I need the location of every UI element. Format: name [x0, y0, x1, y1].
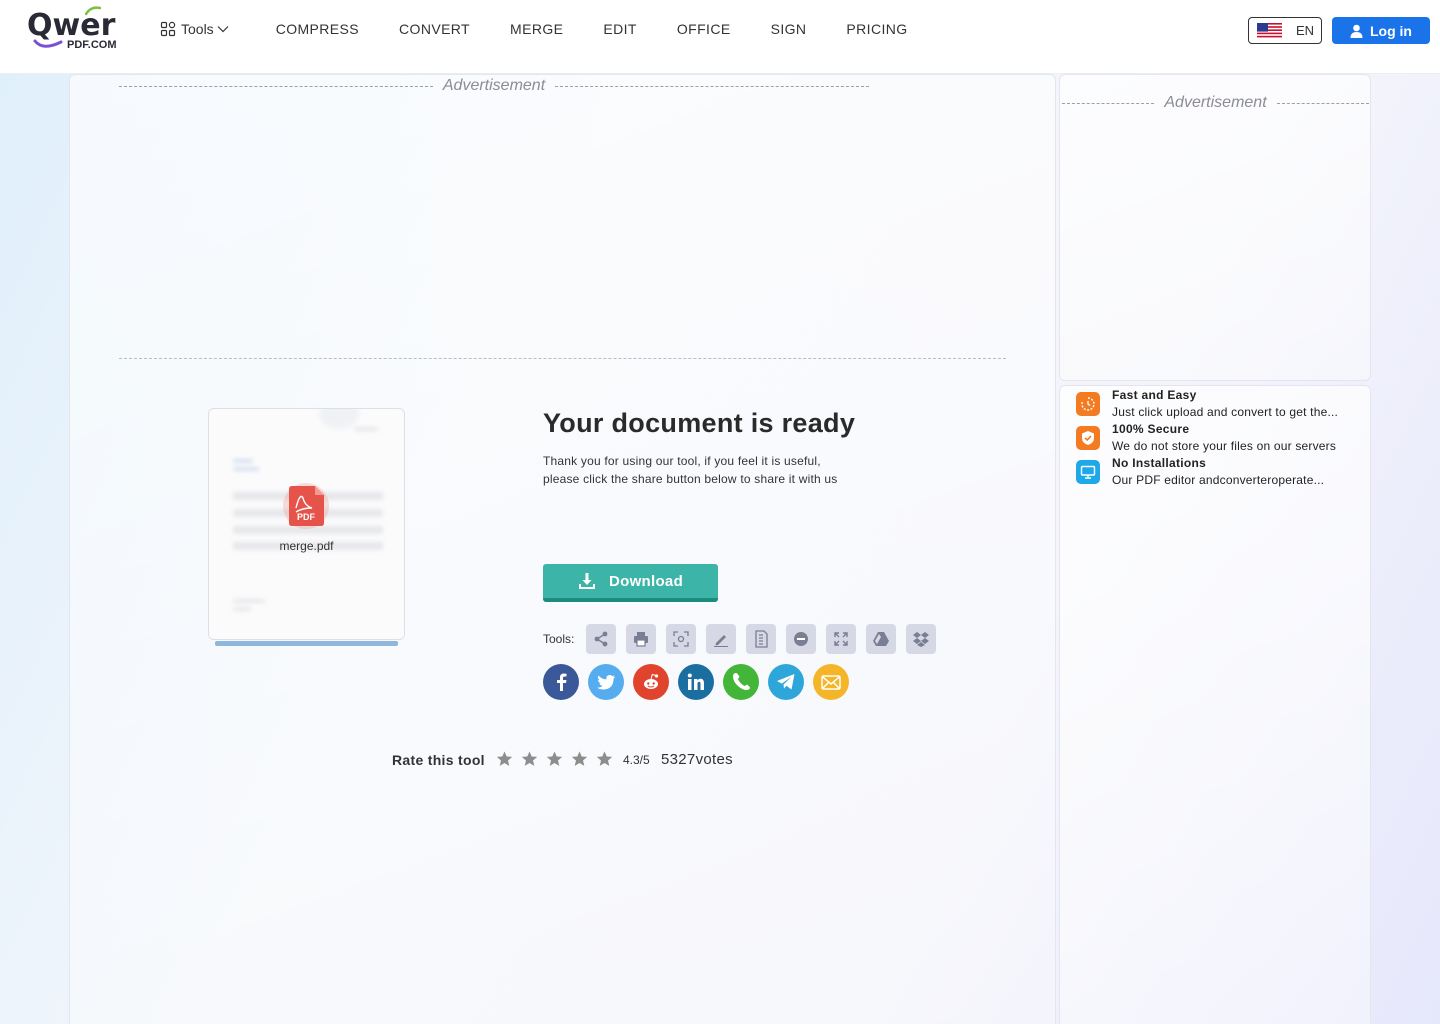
logo-swoosh-icon — [33, 39, 63, 48]
star-icon[interactable] — [521, 751, 538, 767]
share-icon — [594, 631, 608, 647]
reddit-share-button[interactable] — [633, 664, 669, 700]
linkedin-icon — [687, 673, 704, 690]
us-flag-icon — [1257, 22, 1282, 39]
user-icon — [1350, 24, 1363, 38]
whatsapp-icon — [733, 673, 750, 691]
vote-count: 5327votes — [661, 751, 733, 768]
nav-item-merge[interactable]: MERGE — [510, 21, 563, 37]
feature-desc: Our PDF editor andconverteroperate... — [1112, 473, 1325, 487]
file-name: merge.pdf — [279, 539, 334, 553]
site-logo[interactable]: Qwer PDF.COM — [27, 6, 127, 56]
google-drive-icon — [873, 632, 889, 646]
progress-bar — [215, 641, 398, 646]
email-icon — [821, 674, 841, 690]
top-header: Qwer PDF.COM Tools COMPRESS CONVERT MERG… — [0, 0, 1440, 74]
page-title: Your document is ready — [543, 408, 856, 438]
pdf-file-icon: PDF — [289, 486, 324, 526]
star-icon[interactable] — [596, 751, 613, 767]
main-ad-header: Advertisement — [119, 77, 870, 95]
nav-item-convert[interactable]: CONVERT — [399, 21, 470, 37]
star-icon[interactable] — [546, 751, 563, 767]
language-code: EN — [1296, 23, 1315, 38]
feature-desc: Just click upload and convert to get the… — [1112, 405, 1339, 419]
side-ad-header: Advertisement — [1062, 94, 1370, 112]
star-icon[interactable] — [571, 751, 588, 767]
pdf-icon-label: PDF — [297, 512, 316, 522]
nav-item-edit[interactable]: EDIT — [603, 21, 637, 37]
fullscreen-icon — [834, 632, 848, 646]
main-ad-label: Advertisement — [442, 77, 546, 94]
result-desc-line: Thank you for using our tool, if you fee… — [543, 454, 821, 468]
delete-tool-button[interactable] — [786, 624, 816, 654]
rate-label: Rate this tool — [392, 752, 485, 768]
clock-icon — [1076, 392, 1100, 416]
download-icon — [578, 573, 595, 589]
preview-tool-button[interactable] — [666, 624, 696, 654]
grid-icon — [160, 21, 176, 37]
edit-icon — [714, 635, 728, 647]
reddit-icon — [644, 673, 659, 689]
result-description: Thank you for using our tool, if you fee… — [543, 452, 863, 488]
login-button[interactable]: Log in — [1332, 17, 1430, 44]
feature-title: No Installations — [1112, 456, 1207, 470]
facebook-share-button[interactable] — [543, 664, 579, 700]
shield-icon — [1076, 426, 1100, 450]
google-drive-tool-button[interactable] — [866, 624, 896, 654]
fullscreen-tool-button[interactable] — [826, 624, 856, 654]
nav-tools-label: Tools — [181, 21, 214, 37]
compress-tool-button[interactable] — [746, 624, 776, 654]
telegram-icon — [777, 674, 795, 690]
share-tool-button[interactable] — [586, 624, 616, 654]
whatsapp-share-button[interactable] — [723, 664, 759, 700]
feature-title: Fast and Easy — [1112, 388, 1197, 402]
ad-divider — [555, 85, 870, 87]
star-rating — [496, 751, 621, 767]
ad-divider — [1062, 102, 1155, 104]
main-nav: Tools COMPRESS CONVERT MERGE EDIT OFFICE… — [160, 21, 948, 37]
telegram-share-button[interactable] — [768, 664, 804, 700]
download-button[interactable]: Download — [543, 564, 718, 602]
dropbox-icon — [913, 632, 929, 647]
print-tool-button[interactable] — [626, 624, 656, 654]
download-label: Download — [608, 572, 684, 590]
nav-tools-dropdown[interactable]: Tools — [160, 21, 234, 37]
nav-item-office[interactable]: OFFICE — [677, 21, 731, 37]
rating-score: 4.3/5 — [623, 753, 650, 767]
tools-label: Tools: — [543, 632, 575, 646]
edit-tool-button[interactable] — [706, 624, 736, 654]
feature-title: 100% Secure — [1112, 422, 1190, 436]
monitor-icon — [1076, 460, 1100, 484]
side-ad-panel — [1059, 74, 1371, 381]
language-selector[interactable]: EN — [1248, 17, 1322, 44]
nav-item-compress[interactable]: COMPRESS — [276, 21, 359, 37]
delete-icon — [794, 632, 808, 646]
linkedin-share-button[interactable] — [678, 664, 714, 700]
result-desc-line: please click the share button below to s… — [543, 472, 838, 486]
facebook-icon — [557, 673, 567, 691]
side-ad-label: Advertisement — [1164, 94, 1267, 111]
compress-icon — [755, 630, 768, 648]
ad-bottom-divider — [119, 358, 1006, 359]
print-icon — [634, 632, 648, 647]
chevron-down-icon — [217, 26, 229, 33]
twitter-share-button[interactable] — [588, 664, 624, 700]
preview-icon — [673, 631, 689, 647]
dropbox-tool-button[interactable] — [906, 624, 936, 654]
ad-divider — [1276, 102, 1370, 104]
nav-item-pricing[interactable]: PRICING — [846, 21, 907, 37]
ad-divider — [119, 85, 433, 87]
login-label: Log in — [1370, 22, 1412, 39]
twitter-icon — [597, 675, 615, 690]
star-icon[interactable] — [496, 751, 513, 767]
email-share-button[interactable] — [813, 664, 849, 700]
feature-desc: We do not store your files on our server… — [1112, 439, 1337, 453]
nav-item-sign[interactable]: SIGN — [771, 21, 807, 37]
logo-subtext: PDF.COM — [67, 39, 117, 51]
